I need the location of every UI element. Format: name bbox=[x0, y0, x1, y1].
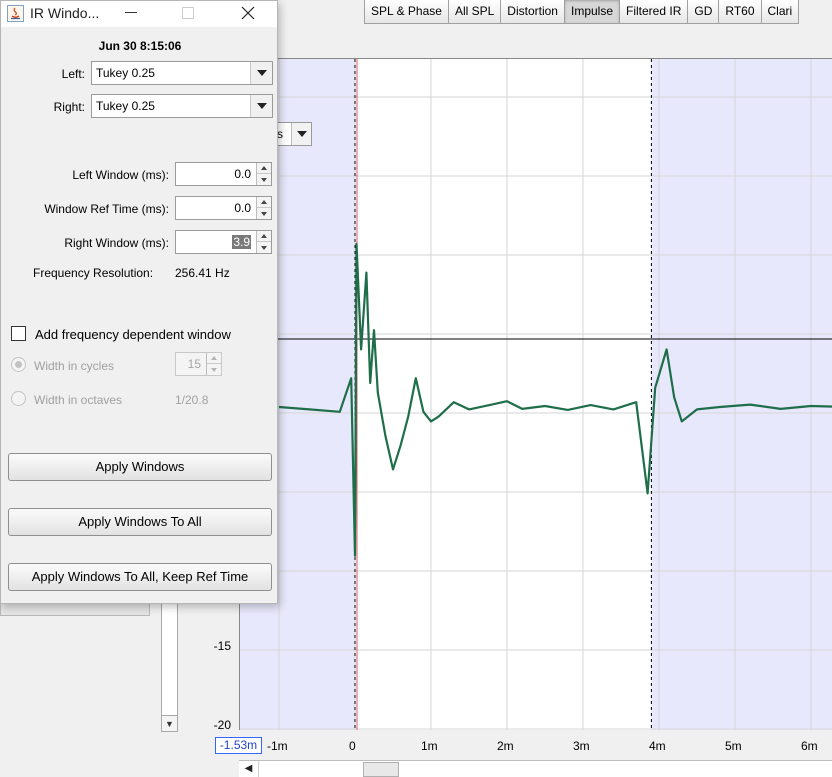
right-taper-select[interactable]: Tukey 0.25 bbox=[91, 94, 273, 118]
impulse-plot[interactable] bbox=[239, 58, 832, 730]
right-window-label: Right Window (ms): bbox=[64, 236, 169, 250]
freq-dependent-checkbox[interactable] bbox=[11, 326, 26, 341]
frequency-resolution-value: 256.41 Hz bbox=[175, 266, 230, 280]
tab-impulse[interactable]: Impulse bbox=[563, 0, 621, 24]
tab-all-spl[interactable]: All SPL bbox=[447, 0, 502, 24]
width-octaves-radio bbox=[11, 391, 26, 406]
dialog-title: IR Windo... bbox=[30, 5, 100, 21]
vertical-scrollbar[interactable]: ▼ bbox=[161, 602, 178, 732]
tab-clari[interactable]: Clari bbox=[760, 0, 800, 24]
right-window-value[interactable]: 3.9 bbox=[232, 235, 251, 249]
spinner-down-icon[interactable] bbox=[257, 174, 271, 185]
ref-time-value[interactable]: 0.0 bbox=[234, 201, 251, 215]
y-tick-label: -15 bbox=[213, 639, 231, 653]
y-tick-label: -20 bbox=[213, 718, 231, 732]
tab-spl-phase[interactable]: SPL & Phase bbox=[364, 0, 449, 24]
impulse-chart-svg bbox=[240, 59, 832, 730]
width-cycles-spinner: 15 bbox=[175, 352, 222, 376]
left-window-spinner[interactable]: 0.0 bbox=[175, 162, 272, 186]
x-tick-label: 2m bbox=[497, 739, 514, 753]
java-app-icon bbox=[7, 5, 24, 22]
width-cycles-value: 15 bbox=[187, 357, 201, 371]
apply-windows-button[interactable]: Apply Windows bbox=[8, 453, 272, 481]
scroll-left-icon[interactable]: ◀ bbox=[239, 761, 259, 777]
x-tick-label: 3m bbox=[573, 739, 590, 753]
left-taper-value: Tukey 0.25 bbox=[96, 66, 155, 80]
width-cycles-label: Width in cycles bbox=[34, 359, 115, 373]
x-tick-label: -1m bbox=[267, 739, 288, 753]
ref-time-spinner[interactable]: 0.0 bbox=[175, 196, 272, 220]
width-octaves-value: 1/20.8 bbox=[175, 393, 209, 407]
maximize-icon bbox=[182, 7, 194, 19]
x-tick-label: 4m bbox=[649, 739, 666, 753]
spinner-up-icon bbox=[207, 353, 221, 364]
horizontal-scrollbar[interactable]: ◀ bbox=[239, 760, 832, 777]
tab-rt60[interactable]: RT60 bbox=[718, 0, 762, 24]
right-taper-label: Right: bbox=[53, 100, 85, 114]
right-taper-value: Tukey 0.25 bbox=[96, 99, 155, 113]
scroll-down-icon[interactable]: ▼ bbox=[162, 715, 177, 731]
ir-windows-dialog: IR Windo... Jun 30 8:15:06 Left: Tukey 0… bbox=[0, 0, 278, 604]
close-icon[interactable] bbox=[239, 4, 257, 22]
tab-gd[interactable]: GD bbox=[687, 0, 720, 24]
apply-windows-all-button[interactable]: Apply Windows To All bbox=[8, 508, 272, 536]
units-dropdown[interactable]: s bbox=[274, 122, 312, 146]
spinner-down-icon[interactable] bbox=[257, 242, 271, 253]
width-octaves-label: Width in octaves bbox=[34, 393, 123, 407]
spinner-down-icon[interactable] bbox=[257, 208, 271, 219]
dialog-titlebar[interactable]: IR Windo... bbox=[1, 1, 277, 27]
chevron-down-icon[interactable] bbox=[250, 95, 272, 117]
spinner-down-icon bbox=[207, 364, 221, 375]
scroll-thumb[interactable] bbox=[363, 762, 399, 777]
x-tick-label: 1m bbox=[421, 739, 438, 753]
measurement-timestamp: Jun 30 8:15:06 bbox=[98, 39, 182, 53]
spinner-up-icon[interactable] bbox=[257, 231, 271, 242]
spinner-up-icon[interactable] bbox=[257, 163, 271, 174]
graph-tab-bar: SPL & Phase All SPL Distortion Impulse Filte… bbox=[364, 0, 800, 24]
ref-time-label: Window Ref Time (ms): bbox=[44, 202, 169, 216]
right-window-spinner[interactable]: 3.9 bbox=[175, 230, 272, 254]
x-tick-label: 6m bbox=[801, 739, 818, 753]
freq-dependent-label[interactable]: Add frequency dependent window bbox=[35, 327, 231, 342]
apply-windows-all-keep-ref-button[interactable]: Apply Windows To All, Keep Ref Time bbox=[8, 563, 272, 591]
chevron-down-icon[interactable] bbox=[250, 62, 272, 84]
frequency-resolution-label: Frequency Resolution: bbox=[33, 266, 154, 280]
x-tick-label: 0 bbox=[349, 739, 356, 753]
x-start-field[interactable]: -1.53m bbox=[215, 737, 262, 754]
left-window-value[interactable]: 0.0 bbox=[234, 167, 251, 181]
window-outside-right bbox=[651, 59, 832, 730]
chevron-down-icon bbox=[291, 123, 311, 145]
left-window-label: Left Window (ms): bbox=[72, 168, 169, 182]
spinner-up-icon[interactable] bbox=[257, 197, 271, 208]
left-taper-select[interactable]: Tukey 0.25 bbox=[91, 61, 273, 85]
left-taper-label: Left: bbox=[61, 67, 85, 81]
tab-filtered-ir[interactable]: Filtered IR bbox=[619, 0, 689, 24]
tab-distortion[interactable]: Distortion bbox=[500, 0, 565, 24]
x-tick-label: 5m bbox=[725, 739, 742, 753]
minimize-icon[interactable] bbox=[125, 12, 137, 13]
width-cycles-radio bbox=[11, 357, 26, 372]
